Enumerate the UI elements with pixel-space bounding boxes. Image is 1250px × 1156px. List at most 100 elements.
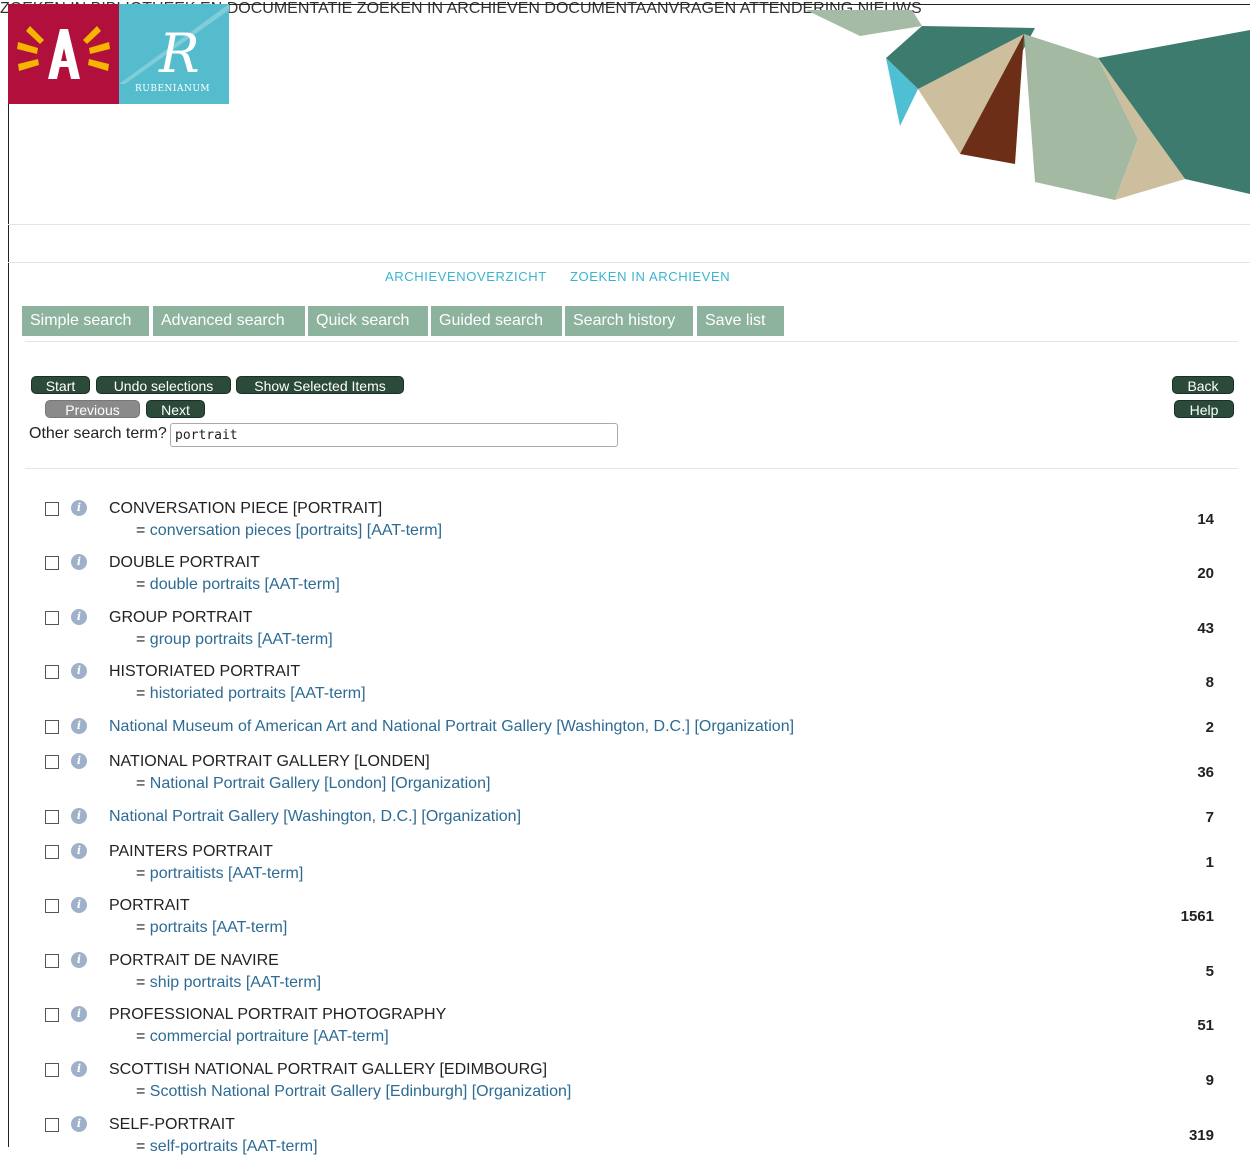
result-checkbox[interactable] — [45, 1118, 59, 1132]
synonym-equals: = — [136, 974, 150, 991]
result-term: PROFESSIONAL PORTRAIT PHOTOGRAPHY — [109, 1006, 447, 1023]
tabs-divider — [25, 341, 1238, 342]
result-checkbox[interactable] — [45, 665, 59, 679]
result-synonym: = self-portraits [AAT-term] — [136, 1138, 318, 1156]
rubenianum-logo[interactable]: R RUBENIANUM — [119, 4, 229, 104]
nav-divider-top — [8, 224, 1250, 225]
decorative-polygons — [806, 10, 1250, 200]
result-term: PAINTERS PORTRAIT — [109, 843, 273, 860]
subnav-archievenoverzicht[interactable]: ARCHIEVENOVERZICHT — [385, 269, 547, 284]
tab-search-history[interactable]: Search history — [565, 306, 693, 336]
rubenianum-logo-text: RUBENIANUM — [135, 84, 211, 94]
result-count: 5 — [1205, 963, 1214, 980]
result-synonym: = portraitists [AAT-term] — [136, 865, 303, 883]
result-term[interactable]: National Portrait Gallery [Washington, D… — [109, 808, 521, 826]
result-checkbox[interactable] — [45, 954, 59, 968]
info-icon[interactable]: i — [71, 663, 87, 679]
result-synonym: = National Portrait Gallery [London] [Or… — [136, 775, 490, 793]
synonym-link[interactable]: Scottish National Portrait Gallery [Edin… — [150, 1083, 572, 1100]
search-term-input[interactable] — [170, 423, 618, 447]
result-term[interactable]: National Museum of American Art and Nati… — [109, 718, 794, 736]
tab-quick-search[interactable]: Quick search — [308, 306, 428, 336]
next-button[interactable]: Next — [146, 400, 205, 418]
undo-selections-button[interactable]: Undo selections — [96, 376, 231, 394]
result-count: 20 — [1197, 565, 1214, 582]
nav-divider-mid — [8, 262, 1250, 263]
subnav-zoeken-in-archieven[interactable]: ZOEKEN IN ARCHIEVEN — [570, 269, 730, 284]
result-count: 319 — [1188, 1127, 1214, 1144]
result-count: 2 — [1205, 719, 1214, 736]
synonym-link[interactable]: group portraits [AAT-term] — [150, 631, 333, 648]
result-count: 51 — [1197, 1017, 1214, 1034]
result-synonym: = commercial portraiture [AAT-term] — [136, 1028, 389, 1046]
show-selected-items-button[interactable]: Show Selected Items — [236, 376, 404, 394]
info-icon[interactable]: i — [71, 952, 87, 968]
result-checkbox[interactable] — [45, 611, 59, 625]
synonym-link[interactable]: portraitists [AAT-term] — [150, 865, 304, 882]
synonym-equals: = — [136, 1083, 150, 1100]
help-button[interactable]: Help — [1174, 400, 1234, 418]
synonym-equals: = — [136, 775, 150, 792]
tab-simple-search[interactable]: Simple search — [22, 306, 149, 336]
result-term: NATIONAL PORTRAIT GALLERY [LONDEN] — [109, 753, 430, 770]
info-icon[interactable]: i — [71, 1116, 87, 1132]
synonym-link[interactable]: historiated portraits [AAT-term] — [150, 685, 366, 702]
result-checkbox[interactable] — [45, 899, 59, 913]
result-term: DOUBLE PORTRAIT — [109, 554, 260, 571]
info-icon[interactable]: i — [71, 554, 87, 570]
result-checkbox[interactable] — [45, 1063, 59, 1077]
result-checkbox[interactable] — [45, 845, 59, 859]
tab-advanced-search[interactable]: Advanced search — [153, 306, 305, 336]
synonym-link[interactable]: National Portrait Gallery [London] [Orga… — [150, 775, 491, 792]
start-button[interactable]: Start — [31, 376, 90, 394]
synonym-equals: = — [136, 522, 150, 539]
tab-save-list[interactable]: Save list — [697, 306, 784, 336]
info-icon[interactable]: i — [71, 753, 87, 769]
search-term-label: Other search term? — [29, 425, 167, 442]
synonym-link[interactable]: portraits [AAT-term] — [150, 919, 288, 936]
result-term: PORTRAIT — [109, 897, 190, 914]
info-icon[interactable]: i — [71, 897, 87, 913]
result-count: 43 — [1197, 620, 1214, 637]
result-checkbox[interactable] — [45, 755, 59, 769]
result-term: HISTORIATED PORTRAIT — [109, 663, 301, 680]
result-checkbox[interactable] — [45, 810, 59, 824]
result-synonym: = Scottish National Portrait Gallery [Ed… — [136, 1083, 571, 1101]
result-checkbox[interactable] — [45, 720, 59, 734]
info-icon[interactable]: i — [71, 808, 87, 824]
tab-guided-search[interactable]: Guided search — [431, 306, 562, 336]
synonym-equals: = — [136, 576, 150, 593]
back-button[interactable]: Back — [1172, 376, 1234, 394]
result-count: 7 — [1205, 809, 1214, 826]
antwerpen-logo[interactable] — [8, 4, 119, 104]
result-checkbox[interactable] — [45, 1008, 59, 1022]
info-icon[interactable]: i — [71, 718, 87, 734]
synonym-link[interactable]: conversation pieces [portraits] [AAT-ter… — [150, 522, 442, 539]
previous-button[interactable]: Previous — [45, 400, 140, 418]
synonym-link[interactable]: double portraits [AAT-term] — [150, 576, 340, 593]
info-icon[interactable]: i — [71, 609, 87, 625]
synonym-link[interactable]: ship portraits [AAT-term] — [150, 974, 321, 991]
info-icon[interactable]: i — [71, 1061, 87, 1077]
result-count: 14 — [1197, 511, 1214, 528]
synonym-equals: = — [136, 1028, 150, 1045]
results-divider — [25, 468, 1238, 469]
synonym-equals: = — [136, 865, 150, 882]
result-synonym: = historiated portraits [AAT-term] — [136, 685, 366, 703]
result-count: 9 — [1205, 1072, 1214, 1089]
info-icon[interactable]: i — [71, 843, 87, 859]
synonym-equals: = — [136, 631, 150, 648]
result-checkbox[interactable] — [45, 556, 59, 570]
result-count: 1 — [1205, 854, 1214, 871]
result-synonym: = portraits [AAT-term] — [136, 919, 287, 937]
result-synonym: = double portraits [AAT-term] — [136, 576, 340, 594]
info-icon[interactable]: i — [71, 500, 87, 516]
result-term: SELF-PORTRAIT — [109, 1116, 235, 1133]
result-checkbox[interactable] — [45, 502, 59, 516]
result-synonym: = conversation pieces [portraits] [AAT-t… — [136, 522, 442, 540]
result-count: 36 — [1197, 764, 1214, 781]
info-icon[interactable]: i — [71, 1006, 87, 1022]
synonym-link[interactable]: commercial portraiture [AAT-term] — [150, 1028, 389, 1045]
result-term: CONVERSATION PIECE [PORTRAIT] — [109, 500, 383, 517]
result-count: 1561 — [1180, 908, 1214, 925]
